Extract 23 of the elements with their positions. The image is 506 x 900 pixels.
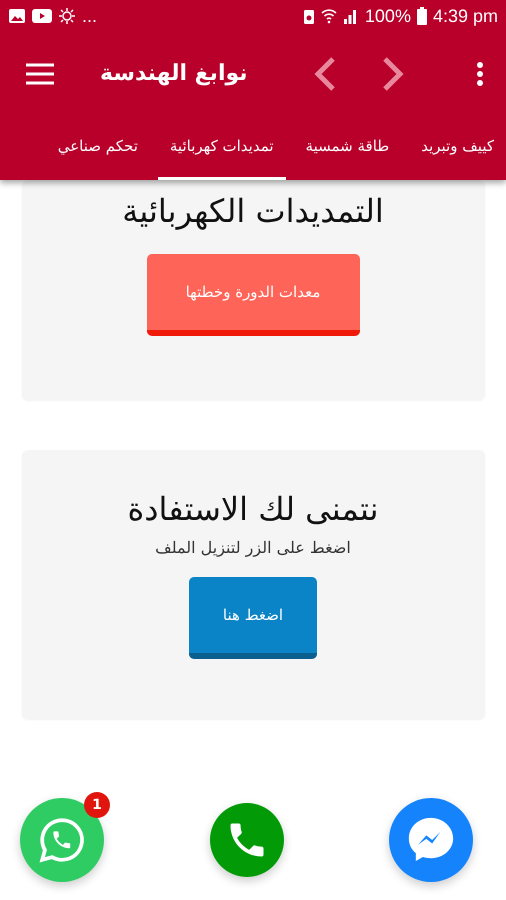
battery-percent: 100%: [364, 6, 411, 26]
card-subtitle: اضغط على الزر لتنزيل الملف: [155, 538, 351, 557]
card-title: التمديدات الكهربائية: [122, 192, 384, 230]
category-tab[interactable]: طاقة شمسية: [294, 115, 402, 180]
app-title: نوابغ الهندسة: [100, 61, 248, 86]
notification-badge: 1: [84, 792, 110, 818]
card-title: نتمنى لك الاستفادة: [127, 490, 378, 528]
signal-icon: [342, 8, 359, 24]
chevron-right-icon[interactable]: [382, 56, 404, 90]
battery-saver-icon: [302, 8, 315, 24]
battery-icon: [416, 7, 427, 25]
wifi-icon: [320, 8, 337, 24]
sun-icon: [58, 7, 76, 25]
play-icon: [32, 9, 52, 23]
image-icon: [8, 8, 26, 24]
category-tab[interactable]: كييف وتبريد: [409, 115, 506, 180]
more-icon[interactable]: [476, 62, 484, 86]
action-button[interactable]: اضغط هنا: [189, 577, 317, 659]
menu-icon[interactable]: [26, 62, 54, 84]
chevron-left-icon[interactable]: [314, 56, 336, 90]
clock: 4:39 pm: [432, 6, 498, 26]
notification-overflow: ...: [82, 6, 98, 26]
category-tab[interactable]: تحكم صناعي: [46, 115, 150, 180]
